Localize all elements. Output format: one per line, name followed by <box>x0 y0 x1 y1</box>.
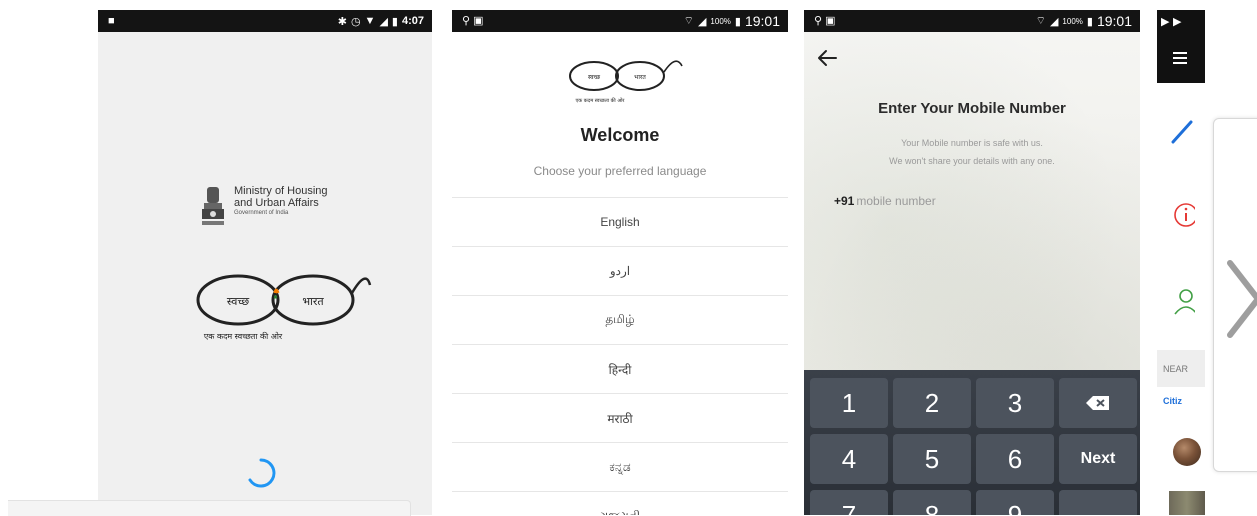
home-screen-partial: ▶ ▶ NEAR Citiz <box>1157 10 1205 515</box>
language-list: English اردو தமிழ் हिन्दी मराठी ಕನ್ನಡ ગુ… <box>452 197 788 515</box>
notification-icon: ■ <box>108 15 115 27</box>
spectacles-logo-icon: स्वच्छ भारत एक कदम स्वच्छता की ओर <box>196 274 372 341</box>
spectacles-logo-icon: स्वच्छ भारत एक कदम स्वच्छता की ओर <box>569 60 683 104</box>
avatar <box>1173 438 1201 466</box>
language-option-kannada[interactable]: ಕನ್ನಡ <box>452 442 788 491</box>
signal-icon: ◢ <box>1049 15 1059 28</box>
emblem-icon <box>202 187 224 225</box>
logo-tagline: एक कदम स्वच्छता की ओर <box>576 97 626 104</box>
edit-pen-icon[interactable] <box>1165 116 1195 146</box>
phone-number-row: +91 <box>834 194 1017 208</box>
status-bar: ⚲ ▣ ⌔ ◢ 100% ▮ 19:01 <box>452 10 788 32</box>
wifi-icon: ⌔ <box>683 15 694 27</box>
wifi-icon: ▼ <box>364 15 376 27</box>
alarm-icon: ◷ <box>350 15 361 28</box>
ministry-logo-block: Ministry of Housing and Urban Affairs Go… <box>198 185 328 235</box>
logo-lens-left: स्वच्छ <box>227 295 249 308</box>
key-1[interactable]: 1 <box>810 378 888 428</box>
wifi-icon: ⌔ <box>1035 15 1046 27</box>
splash-screen: ■ ✱ ◷ ▼ ◢ ▮ 4:07 Ministry of Housing and… <box>98 10 432 515</box>
key-8[interactable]: 8 <box>893 490 971 515</box>
logo-tagline: एक कदम स्वच्छता की ओर <box>204 331 283 341</box>
language-option-marathi[interactable]: मराठी <box>452 393 788 442</box>
chevron-right-icon <box>1227 260 1257 338</box>
backspace-icon <box>1086 396 1109 410</box>
signal-icon: ◢ <box>697 15 707 28</box>
status-time: 4:07 <box>401 15 424 27</box>
play-icons: ▶ ▶ <box>1161 15 1182 28</box>
post-thumbnail <box>1169 491 1205 515</box>
logo-lens-right: भारत <box>302 295 324 308</box>
language-option-hindi[interactable]: हिन्दी <box>452 344 788 393</box>
language-screen: ⚲ ▣ ⌔ ◢ 100% ▮ 19:01 स्वच्छ भारत एक कदम … <box>452 10 788 515</box>
signal-icon: ◢ <box>379 15 388 28</box>
language-option-urdu[interactable]: اردو <box>452 246 788 295</box>
ministry-line-3: Government of India <box>234 210 289 216</box>
citizen-link[interactable]: Citiz <box>1163 396 1182 406</box>
usb-icon: ⚲ ▣ <box>814 15 836 27</box>
back-arrow-icon[interactable] <box>816 47 838 69</box>
choose-language-subtitle: Choose your preferred language <box>533 164 707 178</box>
usb-icon: ⚲ ▣ <box>462 15 484 27</box>
country-code: +91 <box>834 194 855 208</box>
logo-lens-left: स्वच्छ <box>588 74 601 81</box>
key-2[interactable]: 2 <box>893 378 971 428</box>
backspace-key[interactable] <box>1059 378 1137 428</box>
ministry-line-1: Ministry of Housing <box>234 185 328 197</box>
next-key[interactable]: Next <box>1059 434 1137 484</box>
battery-icon: ▮ <box>391 15 398 28</box>
battery-percent: 100% <box>710 16 731 26</box>
key-4[interactable]: 4 <box>810 434 888 484</box>
ministry-line-2: and Urban Affairs <box>234 197 319 209</box>
privacy-note-line-1: Your Mobile number is safe with us. <box>901 138 1043 148</box>
next-screenshot-button[interactable] <box>1213 118 1257 472</box>
key-5[interactable]: 5 <box>893 434 971 484</box>
status-bar: ⚲ ▣ ⌔ ◢ 100% ▮ 19:01 <box>804 10 1140 32</box>
info-icon[interactable] <box>1165 200 1195 230</box>
language-option-tamil[interactable]: தமிழ் <box>452 295 788 344</box>
mobile-number-screen: ⚲ ▣ ⌔ ◢ 100% ▮ 19:01 Enter Your Mobile N… <box>804 10 1140 515</box>
logo-lens-right: भारत <box>634 74 646 81</box>
hamburger-icon[interactable] <box>1173 52 1187 64</box>
status-time: 19:01 <box>744 13 780 29</box>
status-bar: ■ ✱ ◷ ▼ ◢ ▮ 4:07 <box>98 10 432 32</box>
key-6[interactable]: 6 <box>976 434 1054 484</box>
bluetooth-icon: ✱ <box>337 15 347 28</box>
language-option-english[interactable]: English <box>452 197 788 246</box>
battery-icon: ▮ <box>1086 15 1093 28</box>
welcome-title: Welcome <box>580 125 660 145</box>
mobile-number-input[interactable] <box>856 194 1017 208</box>
bottom-panel <box>8 500 411 516</box>
battery-percent: 100% <box>1062 16 1083 26</box>
enter-mobile-title: Enter Your Mobile Number <box>878 100 1066 117</box>
user-icon[interactable] <box>1165 286 1195 316</box>
battery-icon: ▮ <box>734 15 741 28</box>
key-blank[interactable] <box>1059 490 1137 515</box>
numeric-keyboard: 1 2 3 4 5 6 Next 7 8 9 <box>804 370 1140 515</box>
privacy-note-line-2: We won't share your details with any one… <box>889 156 1055 166</box>
app-bar: ▶ ▶ <box>1157 10 1205 83</box>
key-9[interactable]: 9 <box>976 490 1054 515</box>
loading-spinner <box>248 458 276 488</box>
key-7[interactable]: 7 <box>810 490 888 515</box>
key-3[interactable]: 3 <box>976 378 1054 428</box>
nearby-section-header: NEAR <box>1157 350 1205 387</box>
language-option-gujarati[interactable]: ગુજરાતી <box>452 491 788 515</box>
status-time: 19:01 <box>1096 13 1132 29</box>
